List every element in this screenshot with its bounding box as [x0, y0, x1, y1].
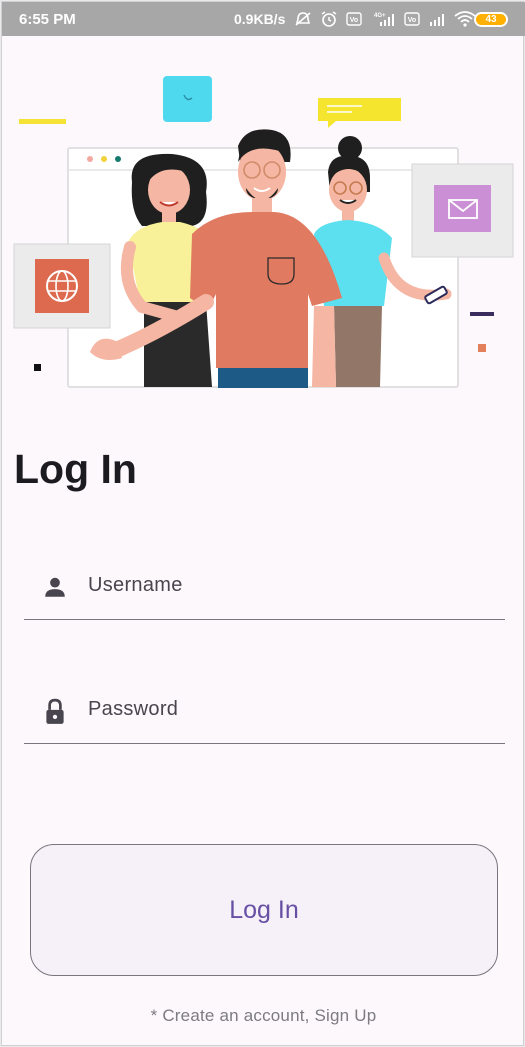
signup-link[interactable]: * Create an account, Sign Up: [2, 1006, 525, 1026]
volte-icon: Vo: [346, 12, 362, 30]
team-illustration: [13, 76, 514, 388]
svg-text:Vo: Vo: [350, 17, 358, 24]
alarm-icon: [320, 10, 338, 32]
wifi-icon: [454, 11, 476, 31]
signal-icon-1: 4G+: [370, 11, 396, 31]
svg-text:Vo: Vo: [408, 17, 416, 24]
login-button[interactable]: Log In: [30, 844, 498, 976]
svg-text:4G+: 4G+: [374, 13, 386, 19]
status-time: 6:55 PM: [19, 11, 76, 28]
battery-icon: 43: [474, 12, 508, 27]
volte-icon-2: Vo: [404, 12, 420, 30]
app-screen: 6:55 PM 0.9KB/s Vo 4G+ Vo 43 Log In User…: [1, 1, 525, 1046]
status-bar: 6:55 PM 0.9KB/s Vo 4G+ Vo 43: [2, 2, 525, 36]
person-icon: [42, 574, 68, 600]
password-field[interactable]: Password: [24, 684, 505, 744]
page-title: Log In: [14, 446, 137, 492]
status-icons: Vo 4G+ Vo: [294, 10, 476, 32]
lock-icon: [42, 698, 68, 724]
network-speed: 0.9KB/s: [234, 11, 286, 27]
password-label: Password: [88, 698, 179, 720]
notifications-off-icon: [294, 11, 312, 31]
username-field[interactable]: Username: [24, 560, 505, 620]
signal-icon-2: [428, 11, 446, 31]
username-label: Username: [88, 574, 183, 596]
